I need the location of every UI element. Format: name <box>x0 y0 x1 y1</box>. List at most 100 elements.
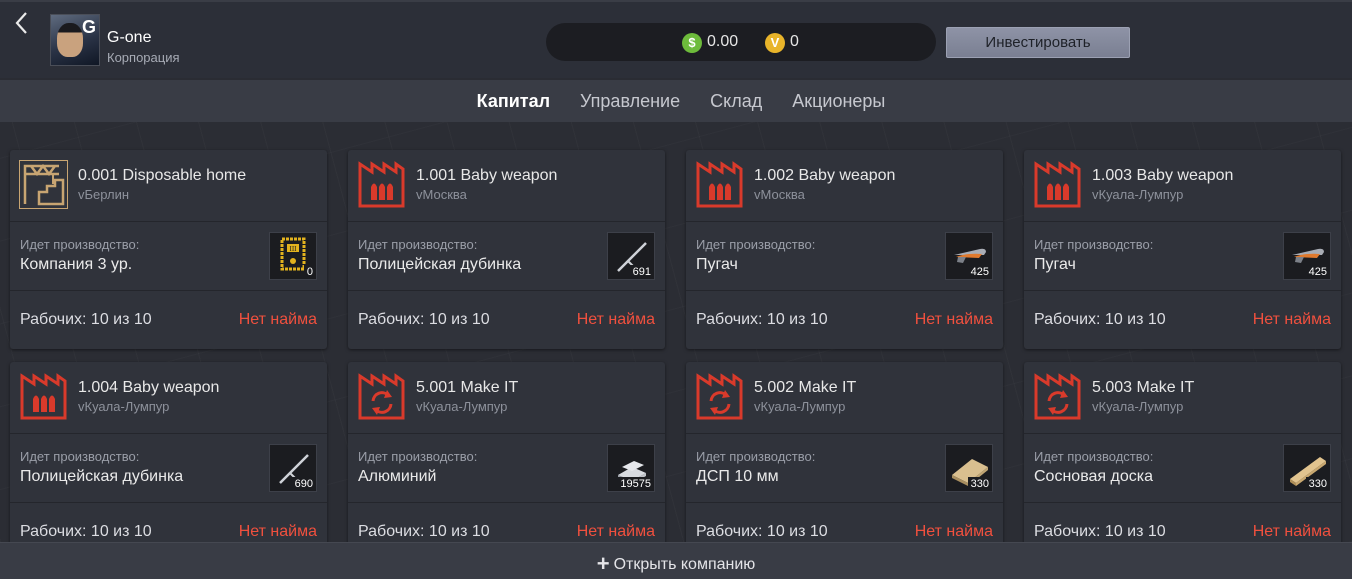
tab-capital[interactable]: Капитал <box>477 80 550 122</box>
tab-management[interactable]: Управление <box>580 80 680 122</box>
corp-type: Корпорация <box>107 50 180 65</box>
card-production: Идет производство: ДСП 10 мм 330 <box>686 434 1003 503</box>
company-card[interactable]: 5.002 Make IT vКуала-Лумпур Идет произво… <box>686 362 1003 561</box>
product-item[interactable]: 330 <box>945 444 993 492</box>
product-count: 330 <box>1305 477 1330 491</box>
hire-status[interactable]: Нет найма <box>915 523 993 541</box>
product-item[interactable]: 691 <box>607 232 655 280</box>
card-footer: Рабочих: 10 из 10 Нет найма <box>1024 291 1341 349</box>
production-label: Идет производство: <box>1034 449 1154 464</box>
workers-count: Рабочих: 10 из 10 <box>20 311 152 328</box>
product-item[interactable]: 330 <box>1283 444 1331 492</box>
back-button[interactable] <box>8 8 36 44</box>
product-item[interactable]: 19575 <box>607 444 655 492</box>
production-value: Полицейская дубинка <box>358 256 522 273</box>
balance-dollar: 0.00 <box>707 33 739 50</box>
company-city: vКуала-Лумпур <box>78 399 170 414</box>
card-header: 1.002 Baby weapon vМосква <box>686 150 1003 222</box>
production-label: Идет производство: <box>20 449 140 464</box>
product-count: 0 <box>303 265 316 279</box>
workers-count: Рабочих: 10 из 10 <box>1034 523 1166 540</box>
company-title[interactable]: 0.001 Disposable home <box>78 167 246 185</box>
plus-icon: + <box>596 551 610 576</box>
hire-status[interactable]: Нет найма <box>915 311 993 329</box>
company-city: vМосква <box>416 187 467 202</box>
card-header: 0.001 Disposable home vБерлин <box>10 150 327 222</box>
open-company-button[interactable]: + Открыть компанию <box>0 542 1352 579</box>
company-city: vКуала-Лумпур <box>1092 187 1184 202</box>
hire-status[interactable]: Нет найма <box>577 311 655 329</box>
company-title[interactable]: 1.004 Baby weapon <box>78 379 219 397</box>
workers-count: Рабочих: 10 из 10 <box>1034 311 1166 328</box>
tab-warehouse[interactable]: Склад <box>710 80 762 122</box>
production-label: Идет производство: <box>696 449 816 464</box>
workers-count: Рабочих: 10 из 10 <box>696 523 828 540</box>
ammo-factory-icon <box>357 160 406 209</box>
product-item[interactable]: 690 <box>269 444 317 492</box>
card-production: Идет производство: Пугач 425 <box>686 222 1003 291</box>
workers-count: Рабочих: 10 из 10 <box>358 523 490 540</box>
recycle-factory-icon <box>695 372 744 421</box>
construction-icon <box>19 160 68 209</box>
company-title[interactable]: 5.003 Make IT <box>1092 379 1194 397</box>
hire-status[interactable]: Нет найма <box>1253 311 1331 329</box>
card-header: 1.001 Baby weapon vМосква <box>348 150 665 222</box>
hire-status[interactable]: Нет найма <box>239 523 317 541</box>
recycle-factory-icon <box>357 372 406 421</box>
card-footer: Рабочих: 10 из 10 Нет найма <box>10 291 327 349</box>
production-value: Сосновая доска <box>1034 468 1153 485</box>
product-item[interactable]: III 0 <box>269 232 317 280</box>
company-title[interactable]: 5.001 Make IT <box>416 379 518 397</box>
avatar-letter: G <box>81 17 96 37</box>
card-production: Идет производство: Компания 3 ур. III 0 <box>10 222 327 291</box>
product-item[interactable]: 425 <box>945 232 993 280</box>
product-item[interactable]: 425 <box>1283 232 1331 280</box>
product-count: 19575 <box>617 477 654 491</box>
company-card[interactable]: 1.004 Baby weapon vКуала-Лумпур Идет про… <box>10 362 327 561</box>
card-header: 5.001 Make IT vКуала-Лумпур <box>348 362 665 434</box>
card-production: Идет производство: Полицейская дубинка 6… <box>348 222 665 291</box>
balance-v: 0 <box>790 33 799 50</box>
production-label: Идет производство: <box>358 237 478 252</box>
product-count: 690 <box>291 477 316 491</box>
production-value: Алюминий <box>358 468 437 485</box>
production-label: Идет производство: <box>696 237 816 252</box>
card-production: Идет производство: Сосновая доска 330 <box>1024 434 1341 503</box>
card-production: Идет производство: Алюминий 19575 <box>348 434 665 503</box>
workers-count: Рабочих: 10 из 10 <box>696 311 828 328</box>
card-header: 5.003 Make IT vКуала-Лумпур <box>1024 362 1341 434</box>
invest-button[interactable]: Инвестировать <box>946 27 1130 58</box>
company-card[interactable]: 1.001 Baby weapon vМосква Идет производс… <box>348 150 665 349</box>
corp-name: G-one <box>107 29 152 46</box>
company-title[interactable]: 1.003 Baby weapon <box>1092 167 1233 185</box>
v-coin-icon: V <box>765 33 785 53</box>
company-title[interactable]: 1.002 Baby weapon <box>754 167 895 185</box>
tab-shareholders[interactable]: Акционеры <box>792 80 885 122</box>
company-city: vКуала-Лумпур <box>416 399 508 414</box>
company-card[interactable]: 1.003 Baby weapon vКуала-Лумпур Идет про… <box>1024 150 1341 349</box>
hire-status[interactable]: Нет найма <box>1253 523 1331 541</box>
company-city: vКуала-Лумпур <box>1092 399 1184 414</box>
company-city: vБерлин <box>78 187 130 202</box>
product-count: 425 <box>1305 265 1330 279</box>
company-card[interactable]: 5.003 Make IT vКуала-Лумпур Идет произво… <box>1024 362 1341 561</box>
hire-status[interactable]: Нет найма <box>577 523 655 541</box>
company-card[interactable]: 1.002 Baby weapon vМосква Идет производс… <box>686 150 1003 349</box>
product-count: 330 <box>967 477 992 491</box>
company-title[interactable]: 1.001 Baby weapon <box>416 167 557 185</box>
card-header: 5.002 Make IT vКуала-Лумпур <box>686 362 1003 434</box>
card-production: Идет производство: Полицейская дубинка 6… <box>10 434 327 503</box>
card-header: 1.004 Baby weapon vКуала-Лумпур <box>10 362 327 434</box>
production-label: Идет производство: <box>358 449 478 464</box>
company-title[interactable]: 5.002 Make IT <box>754 379 856 397</box>
hire-status[interactable]: Нет найма <box>239 311 317 329</box>
company-card[interactable]: 0.001 Disposable home vБерлин Идет произ… <box>10 150 327 349</box>
card-header: 1.003 Baby weapon vКуала-Лумпур <box>1024 150 1341 222</box>
production-value: Компания 3 ур. <box>20 256 133 273</box>
avatar[interactable]: G <box>50 14 100 66</box>
ammo-factory-icon <box>19 372 68 421</box>
card-footer: Рабочих: 10 из 10 Нет найма <box>348 291 665 349</box>
tab-bar: Капитал Управление Склад Акционеры <box>0 80 1352 122</box>
company-card[interactable]: 5.001 Make IT vКуала-Лумпур Идет произво… <box>348 362 665 561</box>
production-value: ДСП 10 мм <box>696 468 779 485</box>
